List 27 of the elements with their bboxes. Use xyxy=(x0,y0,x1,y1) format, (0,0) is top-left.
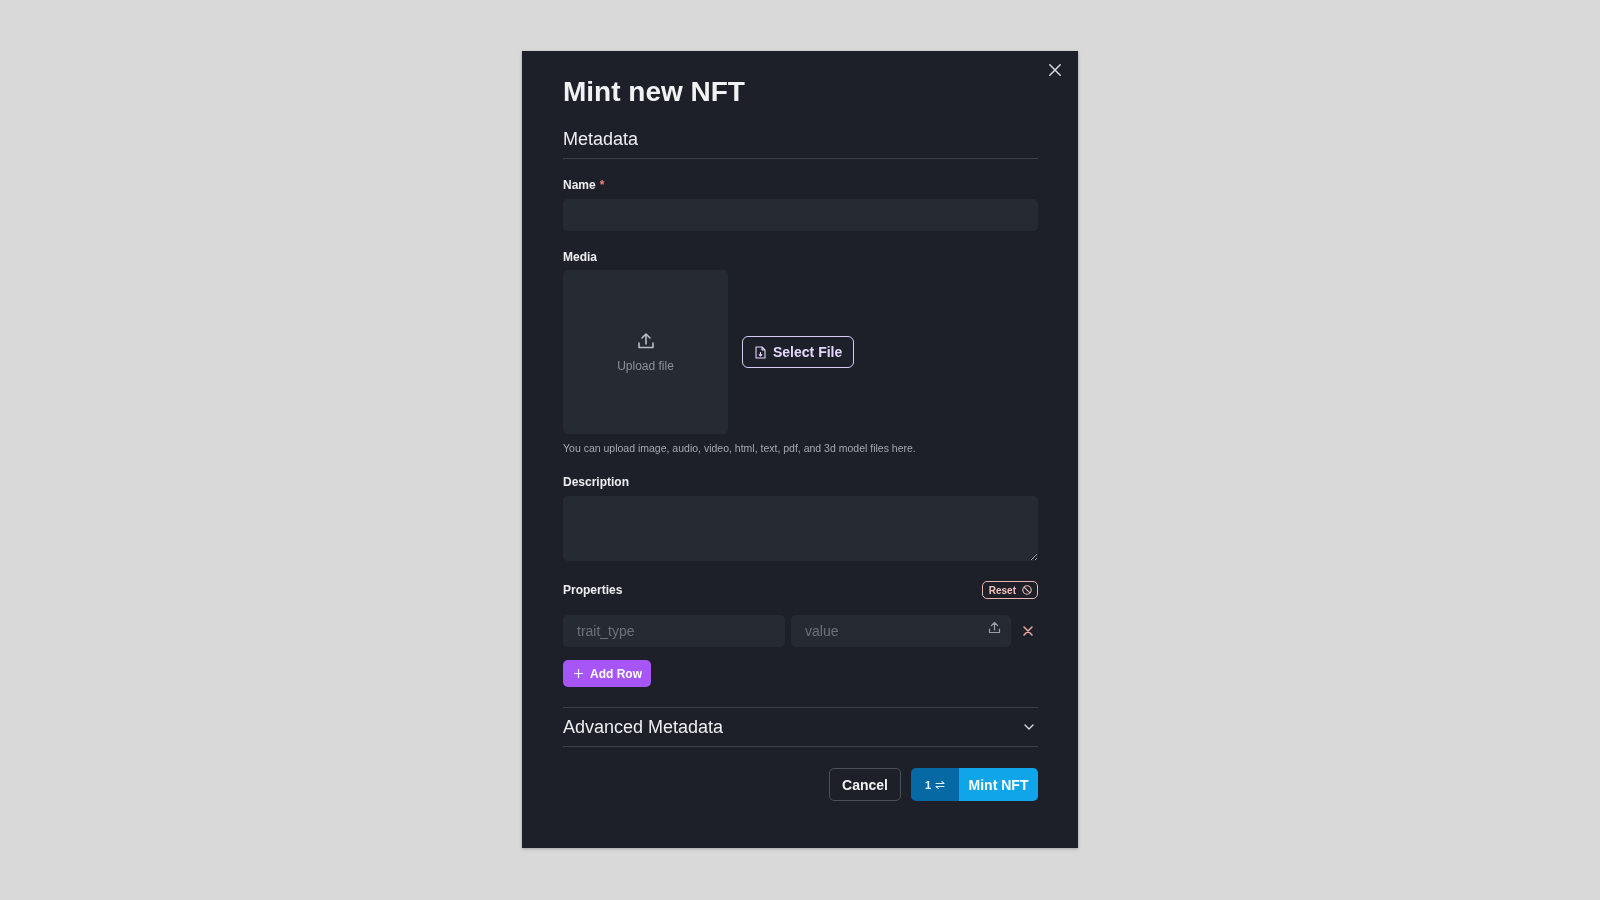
swap-icon xyxy=(935,780,946,789)
advanced-accordion[interactable]: Advanced Metadata xyxy=(563,707,1038,747)
file-icon xyxy=(755,345,766,359)
field-label: Description xyxy=(563,474,629,490)
quantity-button[interactable]: 1 xyxy=(911,768,959,801)
select-file-button[interactable]: Select File xyxy=(742,336,855,368)
dialog-title: Mint new NFT xyxy=(563,75,746,109)
field-label: Name xyxy=(563,177,596,193)
upload-dropzone[interactable]: Upload file xyxy=(563,270,728,434)
value-input[interactable]: value xyxy=(791,615,1011,647)
reset-button[interactable]: Reset xyxy=(981,581,1038,599)
upload-icon[interactable] xyxy=(988,621,1001,634)
x-icon xyxy=(1022,626,1033,636)
cancel-button[interactable]: Cancel xyxy=(829,768,901,801)
upload-icon xyxy=(636,331,655,350)
close-button[interactable] xyxy=(1049,64,1061,76)
required-mark: * xyxy=(599,177,605,193)
close-icon xyxy=(1049,64,1061,76)
field-label: Media xyxy=(563,249,597,265)
plus-icon xyxy=(574,669,583,678)
trait-type-input[interactable]: trait_type xyxy=(563,615,785,647)
media-hint: You can upload image, audio, video, html, text, pdf, and 3d model files here. xyxy=(563,441,917,456)
ban-icon xyxy=(1022,585,1032,595)
remove-row-button[interactable] xyxy=(1022,626,1033,636)
properties-label: Properties xyxy=(563,582,623,598)
section-title: Metadata xyxy=(563,128,640,150)
add-row-button[interactable]: Add Row xyxy=(563,660,651,687)
